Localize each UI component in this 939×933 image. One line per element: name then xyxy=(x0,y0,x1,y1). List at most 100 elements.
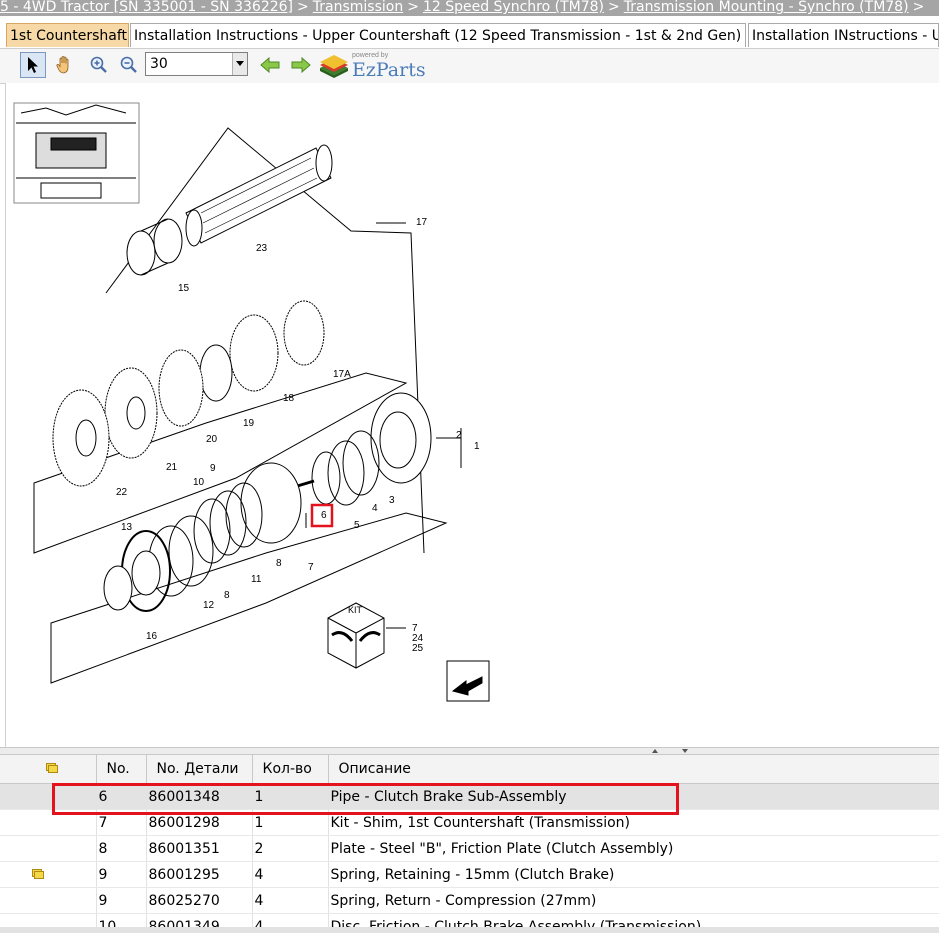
callout-10[interactable]: 10 xyxy=(193,477,205,488)
tab-installation-instructions-u[interactable]: Installation INstructions - U xyxy=(748,23,939,47)
horizontal-scrollbar[interactable] xyxy=(0,927,939,933)
callout-21[interactable]: 21 xyxy=(166,462,178,473)
note-cell xyxy=(0,809,97,836)
tab-installation-upper-countershaft[interactable]: Installation Instructions - Upper Counte… xyxy=(130,23,746,47)
forward-button[interactable] xyxy=(288,52,314,78)
column-header-label: No. Детали xyxy=(156,761,239,777)
callout-11[interactable]: 11 xyxy=(251,574,262,585)
callout-2[interactable]: 2 xyxy=(456,430,462,441)
table-row[interactable]: 8 86001351 2 Plate - Steel "B", Friction… xyxy=(0,835,939,862)
tab-1st-countershaft[interactable]: 1st Countershaft xyxy=(6,23,129,47)
pan-tool-button[interactable] xyxy=(51,52,77,78)
ezparts-logo: powered by EzParts xyxy=(318,51,430,81)
callout-18[interactable]: 18 xyxy=(283,393,295,404)
zoom-dropdown-button[interactable] xyxy=(232,53,247,75)
breadcrumb: 5 - 4WD Tractor [SN 335001 - SN 336226] >… xyxy=(0,0,939,16)
table-row[interactable]: 6 86001348 1 Pipe - Clutch Brake Sub-Ass… xyxy=(0,783,939,810)
callout-8b[interactable]: 8 xyxy=(224,590,230,601)
pointer-icon xyxy=(28,57,38,73)
breadcrumb-transmission[interactable]: Transmission xyxy=(313,0,403,15)
cell-no: 8 xyxy=(96,835,147,862)
breadcrumb-separator: > xyxy=(608,0,620,15)
kit-label: KIT xyxy=(348,605,363,615)
cell-description: Plate - Steel "B", Friction Plate (Clutc… xyxy=(328,835,939,862)
callout-25[interactable]: 25 xyxy=(412,643,424,654)
cell-quantity: 1 xyxy=(252,809,329,836)
grid-header-row: No. No. Детали Кол-во Описание xyxy=(0,755,939,784)
callout-20[interactable]: 20 xyxy=(206,434,218,445)
exploded-view-drawing[interactable]: 17 23 15 17A 18 19 20 21 22 2 1 9 10 3 4… xyxy=(6,83,939,747)
column-header-description[interactable]: Описание xyxy=(328,755,939,784)
cell-part-number: 86001298 xyxy=(146,809,253,836)
callout-17[interactable]: 17 xyxy=(416,217,428,228)
callout-17a[interactable]: 17A xyxy=(333,369,351,380)
table-row[interactable]: 9 86001295 4 Spring, Retaining - 15mm (C… xyxy=(0,861,939,888)
cell-part-number: 86001295 xyxy=(146,861,253,888)
breadcrumb-mounting[interactable]: Transmission Mounting - Synchro (TM78) xyxy=(624,0,909,15)
callout-16[interactable]: 16 xyxy=(146,631,158,642)
note-cell[interactable] xyxy=(0,861,97,888)
callout-6[interactable]: 6 xyxy=(321,510,327,521)
cell-part-number: 86001351 xyxy=(146,835,253,862)
callout-15[interactable]: 15 xyxy=(178,283,190,294)
breadcrumb-separator: > xyxy=(297,0,309,15)
cell-quantity: 1 xyxy=(252,783,329,810)
breadcrumb-model[interactable]: 5 - 4WD Tractor [SN 335001 - SN 336226] xyxy=(0,0,293,15)
breadcrumb-12-speed[interactable]: 12 Speed Synchro (TM78) xyxy=(423,0,604,15)
cell-no: 9 xyxy=(96,887,147,914)
column-header-label: No. xyxy=(106,761,130,777)
chevron-down-icon xyxy=(236,61,244,66)
column-header-part-number[interactable]: No. Детали xyxy=(146,755,253,784)
cell-part-number: 86025270 xyxy=(146,887,253,914)
callout-13[interactable]: 13 xyxy=(121,522,133,533)
zoom-in-button[interactable] xyxy=(86,52,112,78)
back-button[interactable] xyxy=(257,52,283,78)
cell-no: 9 xyxy=(96,861,147,888)
callout-7[interactable]: 7 xyxy=(308,562,314,573)
rings xyxy=(293,430,380,506)
zoom-input[interactable] xyxy=(148,54,236,73)
note-column-header[interactable] xyxy=(0,755,97,784)
logo-powered-text: powered by xyxy=(352,52,389,59)
table-row[interactable]: 7 86001298 1 Kit - Shim, 1st Countershaf… xyxy=(0,809,939,836)
zoom-out-icon xyxy=(120,56,137,73)
exit-icon[interactable] xyxy=(446,660,490,702)
breadcrumb-separator: > xyxy=(912,0,925,15)
zoom-out-button[interactable] xyxy=(116,52,142,78)
tab-label: Installation Instructions - Upper Counte… xyxy=(134,28,742,44)
parts-diagram[interactable]: 17 23 15 17A 18 19 20 21 22 2 1 9 10 3 4… xyxy=(5,83,939,747)
tab-bar: 1st Countershaft Installation Instructio… xyxy=(0,22,939,48)
callout-4[interactable]: 4 xyxy=(372,503,378,514)
cell-no: 7 xyxy=(96,809,147,836)
zoom-combobox[interactable] xyxy=(145,52,248,76)
callout-22[interactable]: 22 xyxy=(116,487,128,498)
toolbar: powered by EzParts xyxy=(0,48,939,84)
logo-name: EzParts xyxy=(352,59,426,81)
arrow-left-icon xyxy=(260,57,280,73)
callout-1[interactable]: 1 xyxy=(474,441,480,452)
select-tool-button[interactable] xyxy=(20,52,46,78)
arrow-right-icon xyxy=(291,57,311,73)
cell-description: Kit - Shim, 1st Countershaft (Transmissi… xyxy=(328,809,939,836)
callout-12[interactable]: 12 xyxy=(203,600,215,611)
callout-19[interactable]: 19 xyxy=(243,418,255,429)
column-header-label: Описание xyxy=(338,761,411,777)
pane-splitter[interactable] xyxy=(0,747,939,755)
splitter-arrows-icon xyxy=(652,749,688,753)
callout-5[interactable]: 5 xyxy=(354,520,360,531)
note-icon[interactable] xyxy=(32,868,44,879)
column-header-quantity[interactable]: Кол-во xyxy=(252,755,329,784)
table-row[interactable]: 9 86025270 4 Spring, Return - Compressio… xyxy=(0,887,939,914)
callout-23[interactable]: 23 xyxy=(256,243,268,254)
callout-3[interactable]: 3 xyxy=(389,495,395,506)
column-header-no[interactable]: No. xyxy=(96,755,147,784)
breadcrumb-separator: > xyxy=(407,0,419,15)
zoom-in-icon xyxy=(90,56,107,73)
tab-label: Installation INstructions - U xyxy=(752,28,939,44)
clutch-housing xyxy=(370,392,432,484)
note-cell xyxy=(0,887,97,914)
parts-grid: No. No. Детали Кол-во Описание 6 8600134… xyxy=(0,755,939,933)
callout-9[interactable]: 9 xyxy=(210,463,216,474)
cell-quantity: 2 xyxy=(252,835,329,862)
callout-8[interactable]: 8 xyxy=(276,558,282,569)
